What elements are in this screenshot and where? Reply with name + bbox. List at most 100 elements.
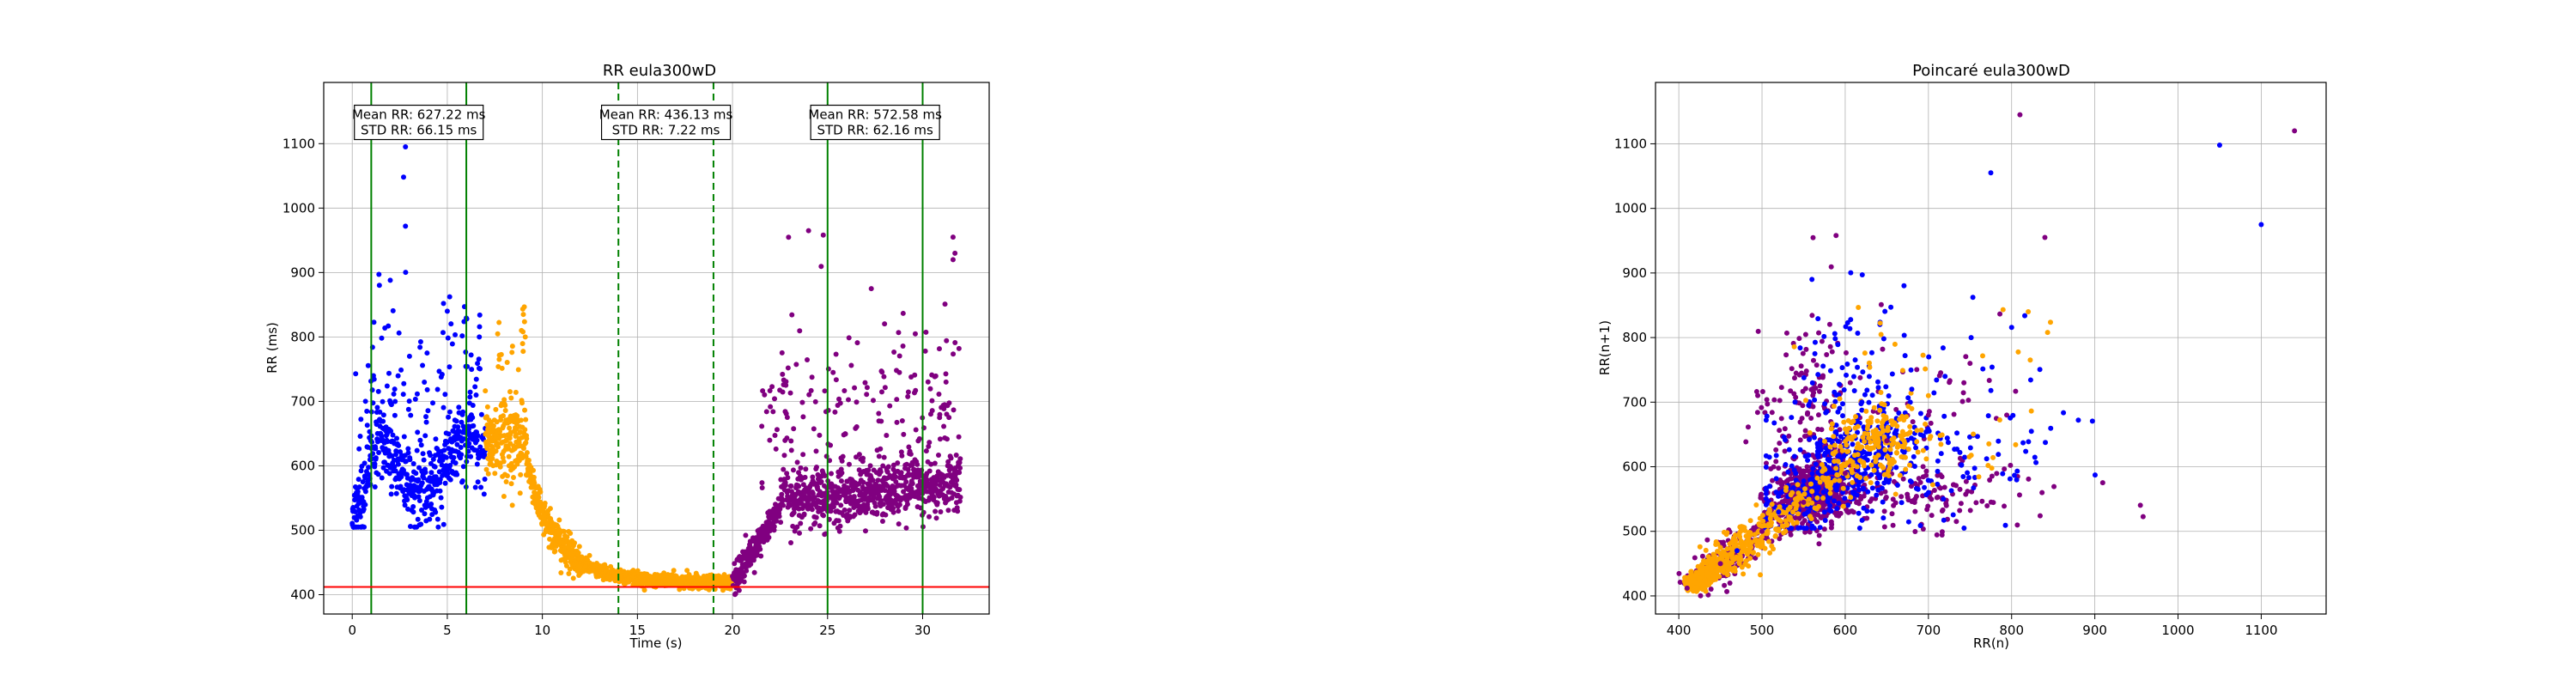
poincare-point-orange [1866, 360, 1872, 366]
poincare-point-purple [1698, 593, 1704, 599]
poincare-point-blue [1811, 435, 1817, 441]
poincare-point-blue [2014, 477, 2020, 483]
rr-point-blue [380, 398, 386, 404]
poincare-point-blue [2023, 448, 2029, 454]
rr-point-orange [538, 489, 544, 495]
poincare-point-blue [1908, 435, 1914, 441]
poincare-point-purple [1936, 373, 1942, 379]
rr-point-orange [671, 568, 677, 574]
rr-point-purple [783, 379, 789, 385]
rr-point-blue [446, 431, 452, 437]
rr-point-blue [366, 465, 372, 471]
rr-point-purple [813, 514, 819, 520]
poincare-point-blue [1826, 466, 1832, 472]
poincare-point-purple [2140, 514, 2146, 520]
rr-point-purple [938, 508, 944, 514]
poincare-point-purple [1704, 537, 1710, 543]
rr-point-purple [822, 388, 828, 394]
rr-point-orange [498, 351, 504, 357]
rr-point-purple [759, 423, 765, 429]
poincare-point-purple [1986, 378, 1992, 384]
poincare-point-blue [1965, 470, 1971, 476]
poincare-point-blue [2022, 313, 2028, 319]
poincare-point-purple [1778, 385, 1784, 391]
poincare-point-blue [1852, 357, 1858, 363]
poincare-point-orange [1879, 401, 1885, 407]
rr-point-blue [481, 491, 487, 497]
rr-point-blue [453, 418, 459, 424]
rr-point-orange [495, 331, 501, 337]
poincare-point-blue [1861, 449, 1867, 455]
poincare-point-blue [1989, 364, 1995, 370]
rr-point-blue [396, 330, 402, 336]
poincare-point-blue [1917, 410, 1923, 416]
poincare-point-blue [1817, 525, 1823, 531]
poincare-point-purple [1782, 426, 1788, 432]
rr-point-blue [386, 370, 392, 376]
poincare-point-orange [1849, 436, 1855, 442]
rr-point-blue [445, 335, 451, 341]
rr-point-purple [954, 477, 960, 483]
rr-point-blue [374, 404, 380, 410]
poincare-point-orange [1834, 471, 1840, 477]
rr-point-purple [903, 479, 909, 485]
rr-point-blue [393, 490, 399, 496]
poincare-point-purple [1928, 420, 1934, 426]
poincare-point-purple [1798, 363, 1804, 369]
poincare-chart: Poincaré eula300wD 400 500 600 700 800 900 100… [1597, 62, 2327, 651]
rr-point-blue [466, 441, 472, 447]
poincare-point-blue [1827, 502, 1833, 508]
poincare-point-orange [1938, 441, 1944, 447]
rr-point-blue [379, 335, 385, 341]
rr-point-purple [841, 507, 848, 513]
rr-ytick-label: 600 [290, 458, 315, 473]
poincare-point-purple [1965, 398, 1971, 404]
poincare-point-purple [1804, 411, 1810, 417]
rr-point-blue [392, 398, 398, 404]
poincare-point-orange [2000, 307, 2006, 313]
rr-point-purple [790, 467, 796, 473]
poincare-point-blue [1944, 435, 1950, 441]
poincare-point-orange [1832, 459, 1838, 465]
rr-point-orange [524, 435, 530, 441]
rr-point-blue [477, 334, 483, 340]
rr-point-purple [799, 399, 805, 405]
poincare-point-orange [1893, 449, 1899, 455]
rr-point-blue [428, 470, 434, 476]
rr-point-blue [439, 504, 445, 510]
poincare-point-blue [1861, 505, 1867, 511]
rr-point-blue [474, 437, 480, 443]
poincare-point-orange [1852, 425, 1858, 431]
rr-point-blue [417, 338, 423, 344]
poincare-point-purple [1759, 491, 1765, 497]
poincare-point-orange [1841, 419, 1847, 425]
poincare-point-orange [1873, 427, 1879, 433]
poincare-point-purple [1724, 588, 1730, 594]
rr-point-purple [785, 365, 791, 371]
poincare-point-orange [1923, 456, 1929, 462]
rr-point-purple [736, 587, 742, 593]
poincare-point-blue [1785, 469, 1791, 475]
poincare-point-blue [1882, 308, 1888, 314]
rr-point-purple [779, 350, 785, 356]
poincare-point-blue [1806, 453, 1812, 459]
rr-point-blue [434, 516, 440, 522]
poincare-point-blue [2075, 417, 2081, 423]
rr-point-blue [423, 419, 429, 425]
poincare-point-orange [1971, 431, 1977, 437]
rr-point-blue [372, 461, 378, 467]
rr-point-orange [515, 367, 521, 373]
poincare-point-purple [1809, 313, 1815, 319]
poincare-point-purple [1808, 386, 1814, 392]
poincare-point-blue [1926, 354, 1932, 360]
rr-point-purple [791, 426, 797, 432]
poincare-point-purple [2051, 483, 2057, 489]
rr-point-orange [501, 413, 507, 419]
rr-point-purple [943, 371, 949, 377]
poincare-point-orange [1885, 453, 1891, 459]
rr-point-orange [514, 413, 520, 419]
rr-point-blue [405, 450, 411, 456]
poincare-point-purple [1861, 493, 1867, 499]
poincare-point-blue [1807, 436, 1813, 442]
rr-point-purple [793, 362, 799, 368]
